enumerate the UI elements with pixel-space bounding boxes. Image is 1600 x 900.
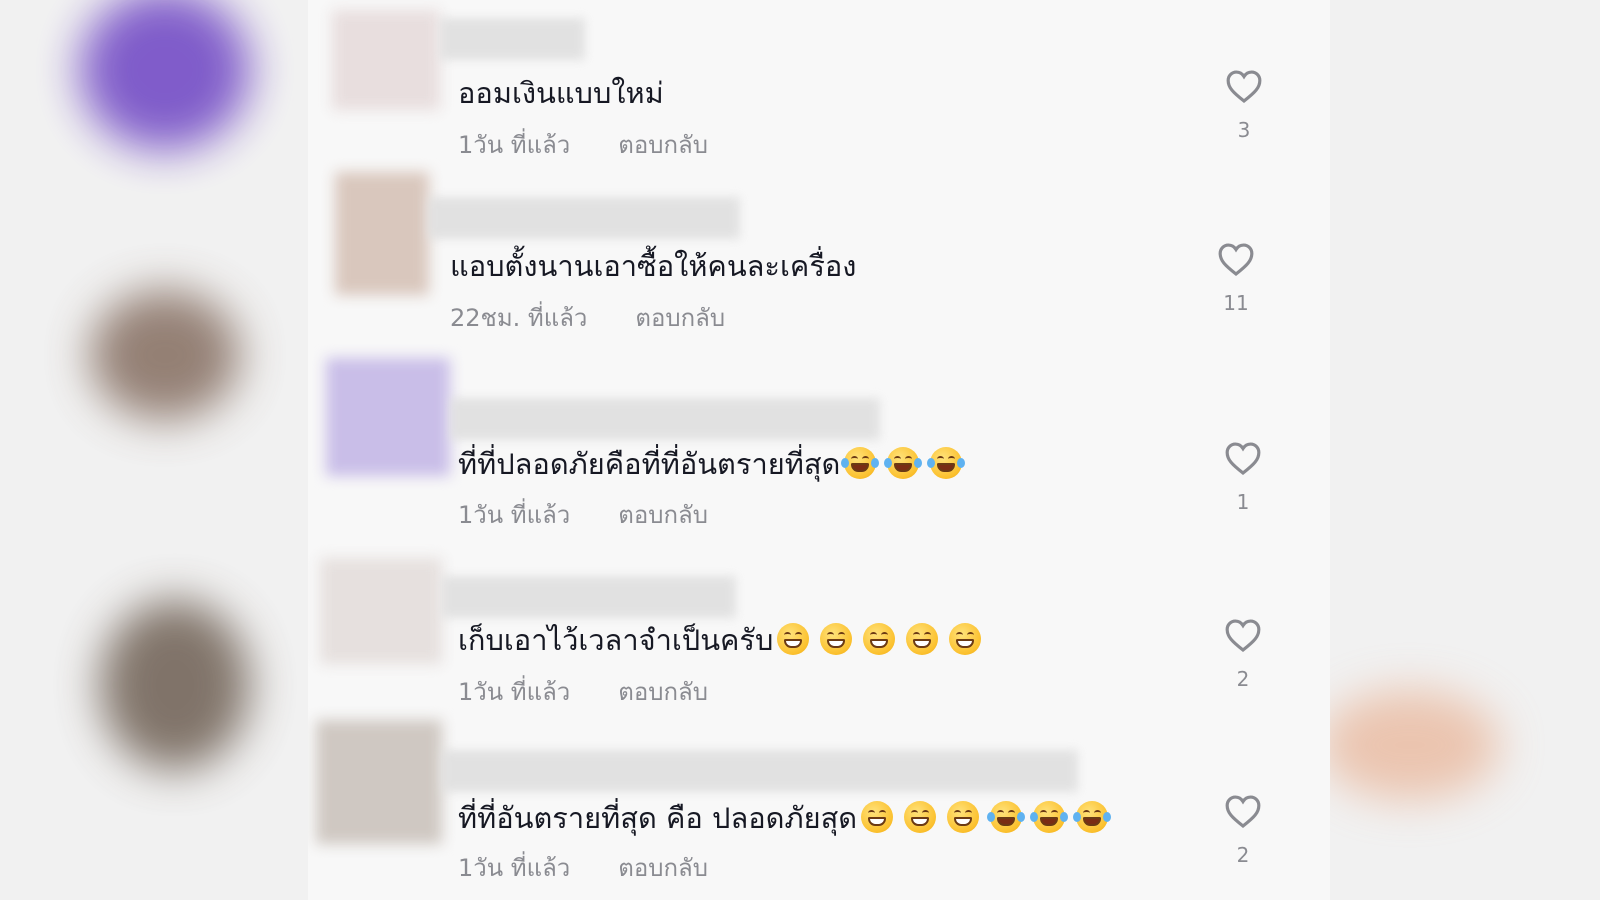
reply-button[interactable]: ตอบกลับ bbox=[635, 304, 725, 332]
comment-meta: 22ชม. ที่แล้ว ตอบกลับ bbox=[450, 303, 725, 333]
reply-button[interactable]: ตอบกลับ bbox=[618, 501, 708, 529]
like-count: 11 bbox=[1223, 291, 1249, 315]
emoji-group bbox=[777, 620, 992, 660]
like-count: 1 bbox=[1236, 490, 1250, 514]
username-redacted[interactable] bbox=[428, 197, 740, 239]
comment-body: แอบตั้งนานเอาซื้อให้คนละเครื่อง bbox=[450, 249, 857, 283]
username-redacted[interactable] bbox=[442, 750, 1078, 792]
reply-button[interactable]: ตอบกลับ bbox=[618, 854, 708, 882]
grinning-face-icon bbox=[904, 801, 937, 833]
comment-body: เก็บเอาไว้เวลาจำเป็นครับ bbox=[458, 623, 774, 657]
face-with-tears-of-joy-icon bbox=[1030, 801, 1069, 833]
heart-outline-icon[interactable] bbox=[1224, 440, 1262, 476]
comment-time: 1วัน ที่แล้ว bbox=[458, 131, 571, 159]
comment-body: ที่ที่อันตรายที่สุด คือ ปลอดภัยสุด bbox=[458, 801, 858, 835]
user-avatar[interactable] bbox=[326, 358, 450, 476]
grinning-face-icon bbox=[861, 801, 894, 833]
face-with-tears-of-joy-icon bbox=[987, 801, 1026, 833]
heart-outline-icon[interactable] bbox=[1225, 68, 1263, 104]
like-count: 2 bbox=[1236, 843, 1250, 867]
comment-text: เก็บเอาไว้เวลาจำเป็นครับ bbox=[458, 620, 992, 660]
heart-outline-icon[interactable] bbox=[1217, 241, 1255, 277]
comment-time: 22ชม. ที่แล้ว bbox=[450, 304, 588, 332]
like-button[interactable]: 2 bbox=[1213, 793, 1273, 867]
user-avatar[interactable] bbox=[335, 172, 429, 295]
like-button[interactable]: 11 bbox=[1206, 241, 1266, 315]
heart-outline-icon[interactable] bbox=[1224, 793, 1262, 829]
grinning-face-icon bbox=[777, 623, 810, 655]
grinning-face-icon bbox=[820, 623, 853, 655]
comment-text: ออมเงินแบบใหม่ bbox=[458, 73, 664, 113]
comment-text: ที่ที่อันตรายที่สุด คือ ปลอดภัยสุด bbox=[458, 798, 1119, 838]
face-with-tears-of-joy-icon bbox=[841, 447, 880, 479]
comment-text: แอบตั้งนานเอาซื้อให้คนละเครื่อง bbox=[450, 246, 856, 286]
comment-text: ที่ที่ปลอดภัยคือที่ที่อันตรายที่สุด bbox=[458, 444, 973, 484]
like-count: 2 bbox=[1236, 667, 1250, 691]
comment-time: 1วัน ที่แล้ว bbox=[458, 854, 571, 882]
emoji-group bbox=[861, 798, 1119, 838]
comments-panel: ออมเงินแบบใหม่ 1วัน ที่แล้ว ตอบกลับ 3 แอบ… bbox=[308, 0, 1330, 900]
username-redacted[interactable] bbox=[450, 398, 880, 440]
reply-button[interactable]: ตอบกลับ bbox=[618, 678, 708, 706]
heart-outline-icon[interactable] bbox=[1224, 617, 1262, 653]
comment-meta: 1วัน ที่แล้ว ตอบกลับ bbox=[458, 853, 708, 883]
user-avatar[interactable] bbox=[316, 720, 442, 844]
emoji-group bbox=[841, 444, 973, 484]
grinning-face-icon bbox=[947, 801, 980, 833]
face-with-tears-of-joy-icon bbox=[884, 447, 923, 479]
user-avatar[interactable] bbox=[332, 10, 440, 110]
grinning-face-icon bbox=[863, 623, 896, 655]
like-button[interactable]: 3 bbox=[1214, 68, 1274, 142]
comment-meta: 1วัน ที่แล้ว ตอบกลับ bbox=[458, 500, 708, 530]
grinning-face-icon bbox=[949, 623, 982, 655]
like-button[interactable]: 2 bbox=[1213, 617, 1273, 691]
username-redacted[interactable] bbox=[440, 18, 585, 60]
comment-body: ที่ที่ปลอดภัยคือที่ที่อันตรายที่สุด bbox=[458, 447, 841, 481]
comment-meta: 1วัน ที่แล้ว ตอบกลับ bbox=[458, 677, 708, 707]
reply-button[interactable]: ตอบกลับ bbox=[618, 131, 708, 159]
grinning-face-icon bbox=[906, 623, 939, 655]
face-with-tears-of-joy-icon bbox=[1073, 801, 1112, 833]
comment-time: 1วัน ที่แล้ว bbox=[458, 678, 571, 706]
comment-body: ออมเงินแบบใหม่ bbox=[458, 76, 664, 110]
like-button[interactable]: 1 bbox=[1213, 440, 1273, 514]
like-count: 3 bbox=[1237, 118, 1251, 142]
user-avatar[interactable] bbox=[320, 558, 442, 664]
face-with-tears-of-joy-icon bbox=[927, 447, 966, 479]
username-redacted[interactable] bbox=[442, 576, 736, 618]
comment-meta: 1วัน ที่แล้ว ตอบกลับ bbox=[458, 130, 708, 160]
comment-time: 1วัน ที่แล้ว bbox=[458, 501, 571, 529]
